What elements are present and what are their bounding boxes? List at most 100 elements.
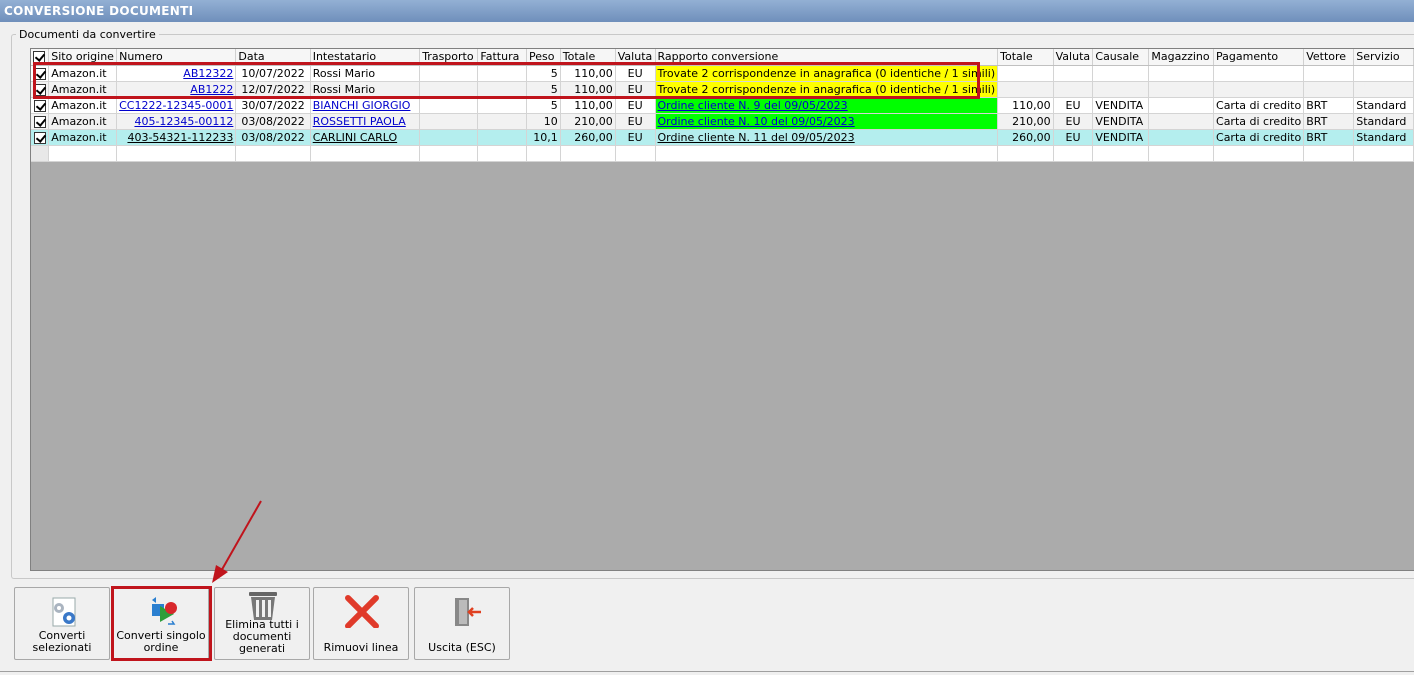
empty-cell[interactable] [1092, 145, 1150, 162]
converti-selezionati-button[interactable]: Converti selezionati [14, 587, 110, 660]
empty-cell[interactable] [419, 145, 479, 162]
cell-servizio [1353, 81, 1414, 98]
empty-cell[interactable] [526, 145, 561, 162]
table-new-row[interactable] [31, 145, 1414, 162]
column-header[interactable]: Causale [1092, 49, 1150, 66]
empty-cell[interactable] [235, 145, 311, 162]
column-header[interactable]: Vettore [1303, 49, 1355, 66]
select-all-checkbox[interactable] [31, 49, 50, 66]
order-number-link[interactable]: CC1222-12345-0001 [119, 99, 233, 112]
column-header[interactable]: Totale [560, 49, 616, 66]
column-header[interactable]: Sito origine [48, 49, 118, 66]
empty-cell[interactable] [116, 145, 237, 162]
cell-pagamento: Carta di credito [1213, 129, 1305, 146]
order-link[interactable]: Ordine cliente N. 10 del 09/05/2023 [658, 115, 855, 128]
cell-intestatario[interactable]: CARLINI CARLO [310, 129, 421, 146]
empty-cell[interactable] [1053, 145, 1094, 162]
cell-rapporto[interactable]: Ordine cliente N. 11 del 09/05/2023 [655, 129, 999, 146]
column-header[interactable]: Rapporto conversione [655, 49, 999, 66]
row-checkbox[interactable] [31, 81, 50, 98]
column-header[interactable]: Peso [526, 49, 561, 66]
button-label: Elimina tutti i documenti generati [225, 618, 299, 655]
checkbox-checked-icon [33, 99, 46, 112]
empty-cell[interactable] [1148, 145, 1215, 162]
cell-numero[interactable]: CC1222-12345-0001 [116, 97, 237, 114]
elimina-tutti-button[interactable]: Elimina tutti i documenti generati [214, 587, 310, 660]
cell-numero[interactable]: AB12322 [116, 65, 237, 82]
cell-intestatario: Rossi Mario [310, 81, 421, 98]
column-header[interactable]: Valuta [615, 49, 656, 66]
cell-causale: VENDITA [1092, 97, 1150, 114]
empty-cell[interactable] [1303, 145, 1355, 162]
cell-pagamento [1213, 65, 1305, 82]
column-header[interactable]: Trasporto [419, 49, 479, 66]
cell-rapporto-success[interactable]: Ordine cliente N. 10 del 09/05/2023 [655, 113, 999, 130]
cell-trasporto [419, 81, 479, 98]
customer-link[interactable]: CARLINI CARLO [313, 131, 397, 144]
empty-cell[interactable] [655, 145, 999, 162]
cell-sito: Amazon.it [48, 129, 118, 146]
cell-vettore: BRT [1303, 113, 1355, 130]
row-checkbox[interactable] [31, 129, 50, 146]
cell-vettore: BRT [1303, 97, 1355, 114]
table-row[interactable]: Amazon.it AB12322 10/07/2022 Rossi Mario… [31, 65, 1414, 82]
empty-cell[interactable] [48, 145, 118, 162]
cell-numero[interactable]: AB1222 [116, 81, 237, 98]
order-link[interactable]: Ordine cliente N. 9 del 09/05/2023 [658, 99, 848, 112]
table-row[interactable]: Amazon.it AB1222 12/07/2022 Rossi Mario … [31, 81, 1414, 98]
customer-link[interactable]: BIANCHI GIORGIO [313, 99, 411, 112]
cell-intestatario[interactable]: ROSSETTI PAOLA [310, 113, 421, 130]
column-header[interactable]: Data [235, 49, 311, 66]
cell-trasporto [419, 97, 479, 114]
row-checkbox[interactable] [31, 97, 50, 114]
empty-cell[interactable] [615, 145, 656, 162]
table-row-selected[interactable]: Amazon.it 403-54321-112233 03/08/2022 CA… [31, 129, 1414, 146]
column-header[interactable]: Servizio [1353, 49, 1414, 66]
column-header[interactable]: Valuta [1053, 49, 1094, 66]
column-header[interactable]: Intestatario [310, 49, 421, 66]
cell-rapporto-success[interactable]: Ordine cliente N. 9 del 09/05/2023 [655, 97, 999, 114]
table-row[interactable]: Amazon.it CC1222-12345-0001 30/07/2022 B… [31, 97, 1414, 114]
rimuovi-linea-button[interactable]: Rimuovi linea [313, 587, 409, 660]
cell-intestatario[interactable]: BIANCHI GIORGIO [310, 97, 421, 114]
cell-numero[interactable]: 405-12345-00112 [116, 113, 237, 130]
empty-cell[interactable] [1213, 145, 1305, 162]
cell-peso: 5 [526, 81, 561, 98]
empty-cell[interactable] [1353, 145, 1414, 162]
customer-link[interactable]: ROSSETTI PAOLA [313, 115, 406, 128]
empty-cell[interactable] [560, 145, 616, 162]
documents-grid[interactable]: Sito origine Numero Data Intestatario Tr… [30, 48, 1414, 571]
cell-totale2: 210,00 [997, 113, 1054, 130]
column-header[interactable]: Totale [997, 49, 1054, 66]
column-header[interactable]: Magazzino [1148, 49, 1215, 66]
cell-numero[interactable]: 403-54321-112233 [116, 129, 237, 146]
empty-cell[interactable] [477, 145, 527, 162]
button-label: Rimuovi linea [323, 641, 399, 654]
cell-vettore [1303, 81, 1355, 98]
uscita-button[interactable]: Uscita (ESC) [414, 587, 510, 660]
empty-cell[interactable] [997, 145, 1054, 162]
order-number-link[interactable]: AB12322 [183, 67, 233, 80]
order-number-link[interactable]: 403-54321-112233 [127, 131, 233, 144]
order-number-link[interactable]: AB1222 [190, 83, 233, 96]
cell-valuta2: EU [1053, 129, 1094, 146]
table-row[interactable]: Amazon.it 405-12345-00112 03/08/2022 ROS… [31, 113, 1414, 130]
column-header[interactable]: Numero [116, 49, 237, 66]
cell-valuta: EU [615, 81, 656, 98]
empty-cell[interactable] [310, 145, 421, 162]
table-header-row: Sito origine Numero Data Intestatario Tr… [31, 49, 1414, 66]
window-title: CONVERSIONE DOCUMENTI [0, 0, 1414, 22]
cell-data: 03/08/2022 [235, 113, 311, 130]
convert-shapes-icon [114, 594, 208, 628]
column-header[interactable]: Fattura [477, 49, 527, 66]
column-header[interactable]: Pagamento [1213, 49, 1305, 66]
cell-peso: 5 [526, 65, 561, 82]
order-link[interactable]: Ordine cliente N. 11 del 09/05/2023 [658, 131, 855, 144]
order-number-link[interactable]: 405-12345-00112 [134, 115, 233, 128]
row-checkbox[interactable] [31, 113, 50, 130]
row-indicator [31, 145, 50, 162]
cell-causale [1092, 65, 1150, 82]
cell-rapporto-warning: Trovate 2 corrispondenze in anagrafica (… [655, 81, 999, 98]
converti-singolo-ordine-button[interactable]: Converti singolo ordine [113, 587, 209, 660]
row-checkbox[interactable] [31, 65, 50, 82]
